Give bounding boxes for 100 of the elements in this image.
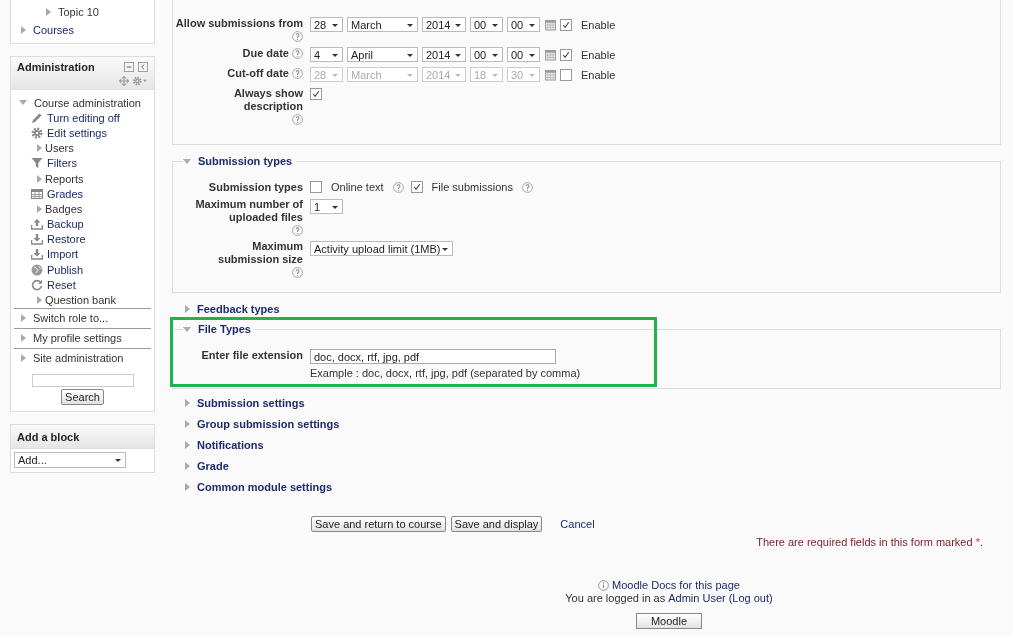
hour-select[interactable]: 00: [470, 47, 503, 62]
section-title[interactable]: Feedback types: [197, 303, 280, 315]
field-label: Allow submissions from: [175, 17, 303, 30]
tree-item[interactable]: Site administration: [33, 352, 124, 365]
expander-icon[interactable]: [185, 441, 190, 449]
year-select[interactable]: 2014: [422, 47, 466, 62]
caret-icon: [407, 54, 413, 57]
login-info: You are logged in as: [565, 592, 666, 604]
day-select[interactable]: 4: [310, 47, 343, 62]
year-select[interactable]: 2014: [422, 17, 466, 32]
caret-icon: [455, 54, 461, 57]
tree-item[interactable]: My profile settings: [33, 332, 122, 345]
tree-item[interactable]: Restore: [47, 233, 86, 246]
caret-icon: [529, 24, 535, 27]
help-icon[interactable]: [292, 31, 303, 42]
expander-icon[interactable]: [185, 462, 190, 470]
help-icon[interactable]: [292, 68, 303, 79]
cancel-link[interactable]: Cancel: [560, 518, 595, 530]
move-icon[interactable]: [119, 76, 129, 86]
help-icon[interactable]: [292, 267, 303, 278]
section-title[interactable]: Common module settings: [197, 481, 333, 493]
expander-icon[interactable]: [185, 399, 190, 407]
field-label: Maximum number of uploaded files: [194, 198, 303, 224]
minute-select[interactable]: 00: [507, 17, 540, 32]
field-label: Maximum submission size: [217, 240, 303, 266]
tree-item[interactable]: Grades: [47, 187, 84, 200]
add-block-select[interactable]: Add...: [14, 451, 126, 468]
expander-icon[interactable]: [185, 420, 190, 428]
day-select[interactable]: 28: [310, 17, 343, 32]
calendar-icon[interactable]: [545, 48, 556, 61]
section-title[interactable]: Grade: [197, 460, 229, 472]
tree-item[interactable]: Filters: [47, 157, 77, 170]
user-link[interactable]: Admin User: [668, 592, 726, 604]
expander-icon[interactable]: [183, 158, 191, 164]
hour-select[interactable]: 00: [470, 17, 503, 32]
tree-item[interactable]: Badges: [45, 202, 83, 215]
dock-icon[interactable]: [138, 62, 148, 72]
max-size-select[interactable]: Activity upload limit (1MB): [310, 241, 453, 256]
pencil-icon: [31, 111, 43, 124]
expander-icon[interactable]: [19, 100, 27, 106]
tree-item[interactable]: Turn editing off: [47, 111, 120, 124]
month-select[interactable]: April: [347, 47, 418, 62]
tree-item[interactable]: Reset: [47, 278, 76, 291]
help-icon[interactable]: [292, 114, 303, 125]
expander-icon[interactable]: [185, 305, 190, 313]
section-title[interactable]: Group submission settings: [197, 418, 340, 430]
help-icon[interactable]: [292, 225, 303, 236]
caret-icon: [492, 24, 498, 27]
search-field[interactable]: [31, 373, 134, 387]
tree-item[interactable]: Reports: [45, 172, 84, 185]
checkbox[interactable]: [560, 18, 572, 31]
nav-item[interactable]: Courses: [33, 24, 74, 36]
search-button[interactable]: Search: [61, 388, 104, 405]
tree-item[interactable]: Import: [47, 248, 79, 261]
expander-icon[interactable]: [21, 354, 26, 363]
checkbox[interactable]: [560, 68, 572, 81]
max-files-select[interactable]: 1: [310, 199, 343, 214]
expander-icon[interactable]: [21, 26, 26, 34]
expander-icon[interactable]: [185, 483, 190, 491]
docs-link[interactable]: Moodle Docs for this page: [612, 579, 740, 591]
expander-icon[interactable]: [46, 8, 51, 16]
checkbox[interactable]: [560, 48, 572, 61]
tree-item[interactable]: Edit settings: [47, 126, 107, 139]
checkbox[interactable]: [410, 181, 423, 193]
settings-icon[interactable]: [132, 76, 148, 86]
calendar-icon[interactable]: [545, 68, 556, 81]
home-button[interactable]: Moodle: [635, 613, 703, 629]
month-select[interactable]: March: [347, 17, 418, 32]
file-extension-field[interactable]: doc, docx, rtf, jpg, pdf: [310, 349, 556, 364]
tree-item[interactable]: Publish: [47, 263, 84, 276]
tree-item[interactable]: Course administration: [34, 96, 141, 109]
tree-item[interactable]: Switch role to...: [33, 312, 109, 325]
expander-icon[interactable]: [36, 174, 42, 183]
download-icon: [31, 233, 43, 246]
nav-item[interactable]: Topic 10: [58, 6, 99, 18]
tree-item[interactable]: Users: [45, 142, 74, 155]
field-label: Enter file extension: [201, 349, 303, 362]
caret-icon: [332, 54, 338, 57]
section-title[interactable]: Notifications: [197, 439, 264, 451]
logout-link[interactable]: (Log out): [728, 592, 773, 604]
expander-icon[interactable]: [183, 326, 191, 332]
help-icon[interactable]: [521, 181, 533, 193]
field-label: Always show description: [232, 87, 303, 113]
tree-item[interactable]: Question bank: [45, 294, 116, 307]
expander-icon[interactable]: [36, 144, 42, 153]
minimize-icon[interactable]: [124, 62, 134, 72]
checkbox[interactable]: [310, 181, 322, 193]
checkbox[interactable]: [310, 88, 322, 100]
calendar-icon[interactable]: [545, 18, 556, 31]
expander-icon[interactable]: [21, 334, 26, 343]
expander-icon[interactable]: [36, 296, 42, 305]
help-icon[interactable]: [392, 181, 404, 193]
form-button[interactable]: Save and return to course: [311, 516, 446, 532]
expander-icon[interactable]: [21, 314, 26, 323]
form-button[interactable]: Save and display: [450, 516, 543, 532]
minute-select[interactable]: 00: [507, 47, 540, 62]
expander-icon[interactable]: [36, 204, 42, 213]
help-icon[interactable]: [292, 48, 303, 59]
section-title[interactable]: Submission settings: [197, 397, 305, 409]
tree-item[interactable]: Backup: [47, 218, 84, 231]
